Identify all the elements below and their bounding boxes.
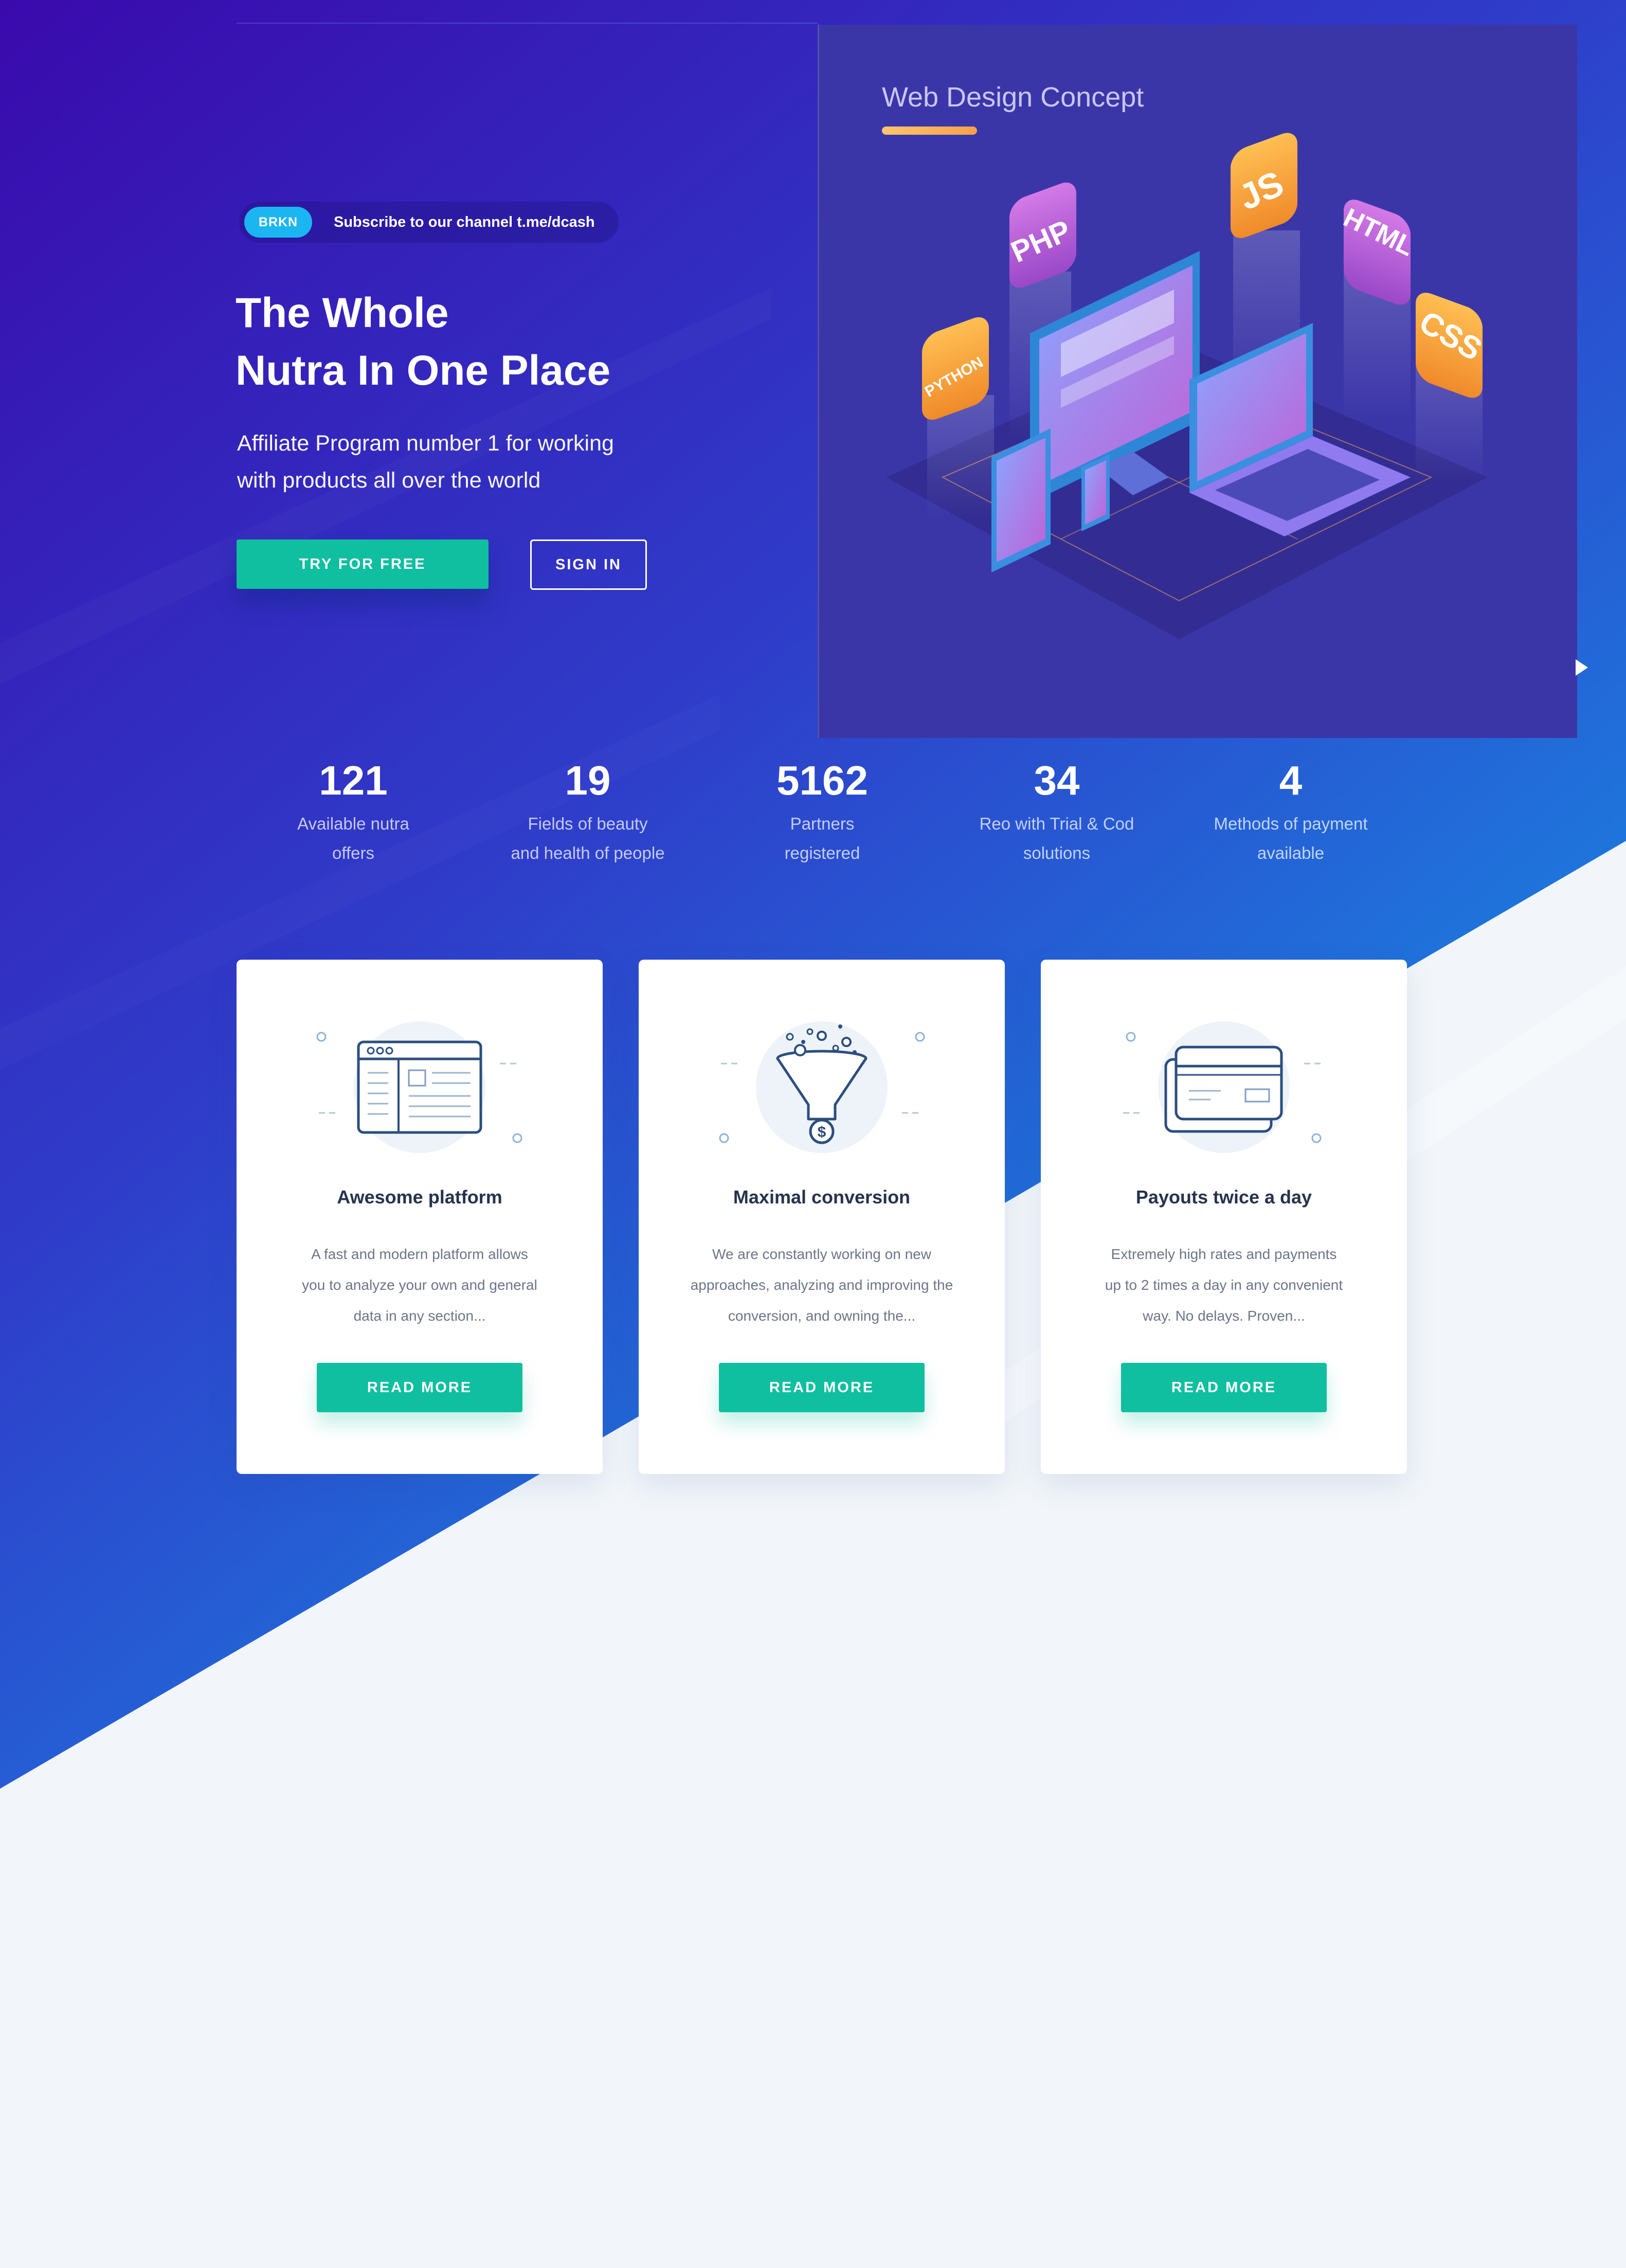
hero-title-line-2: Nutra In One Place (236, 347, 611, 394)
card-description: A fast and modern platform allows you to… (283, 1239, 556, 1331)
top-divider (237, 23, 818, 24)
hero-title-line-1: The Whole (236, 290, 449, 336)
stat-label-line-2: registered (784, 843, 860, 862)
read-more-button[interactable]: READ MORE (719, 1363, 925, 1412)
card-description: Extremely high rates and payments up to … (1087, 1239, 1361, 1331)
funnel-icon: $ (719, 1021, 925, 1153)
tag-js: JS (1231, 133, 1297, 238)
svg-text:$: $ (818, 1124, 826, 1141)
card-description-line-1: Extremely high rates and payments (1111, 1246, 1337, 1262)
hero-subtitle-line-2: with products all over the world (237, 468, 541, 493)
stat-label-line-1: Reo with Trial & Cod (979, 814, 1134, 833)
card-title: Payouts twice a day (1135, 1186, 1312, 1208)
brand-badge: BRKN (244, 207, 312, 238)
stat-value: 4 (1279, 758, 1303, 803)
stat-available-offers: 121 Available nutra offers (243, 752, 464, 868)
card-description-line-1: We are constantly working on new (712, 1246, 931, 1262)
card-description-line-2: you to analyze your own and general (302, 1277, 537, 1293)
try-for-free-button[interactable]: TRY FOR FREE (237, 539, 489, 589)
stat-value: 19 (565, 758, 611, 803)
stat-label-line-1: Available nutra (297, 814, 409, 833)
credit-card-icon (1123, 1021, 1323, 1153)
slider-next-arrow-icon[interactable] (1576, 659, 1588, 676)
browser-window-icon (316, 1021, 522, 1153)
subscribe-text: Subscribe to our channel t.me/dcash (334, 213, 595, 230)
stat-reo-trial-cod: 34 Reo with Trial & Cod solutions (946, 752, 1167, 868)
concept-title-underline (882, 127, 977, 135)
concept-title: Web Design Concept (882, 82, 1144, 113)
feature-card-conversion: $ Maximal conversion We are constantly w… (639, 960, 1005, 1474)
hero-subtitle: Affiliate Program number 1 for working w… (237, 425, 700, 499)
sign-in-button[interactable]: SIGN IN (530, 539, 647, 590)
hero-title: The Whole Nutra In One Place (236, 284, 750, 400)
stat-label-line-2: and health of people (511, 843, 665, 862)
hero-subtitle-line-1: Affiliate Program number 1 for working (237, 431, 614, 456)
stat-label-line-1: Partners (790, 814, 855, 833)
card-title: Awesome platform (337, 1186, 502, 1208)
card-description-line-3: data in any section... (353, 1308, 486, 1324)
stat-value: 34 (1034, 758, 1080, 803)
card-description-line-1: A fast and modern platform allows (311, 1246, 528, 1262)
card-description-line-2: up to 2 times a day in any convenient (1105, 1277, 1343, 1293)
stat-label-line-2: solutions (1023, 843, 1091, 862)
stat-label-line-1: Methods of payment (1214, 814, 1368, 833)
read-more-button[interactable]: READ MORE (1121, 1363, 1327, 1412)
subscribe-pill[interactable]: BRKN Subscribe to our channel t.me/dcash (239, 202, 619, 243)
card-title: Maximal conversion (733, 1186, 911, 1208)
stat-value: 121 (319, 758, 388, 803)
stat-label-line-2: available (1257, 843, 1325, 862)
stat-partners-registered: 5162 Partners registered (712, 752, 933, 868)
stat-value: 5162 (776, 758, 868, 803)
card-description-line-3: conversion, and owning the... (728, 1308, 916, 1324)
feature-card-payouts: Payouts twice a day Extremely high rates… (1041, 960, 1407, 1474)
card-description-line-2: approaches, analyzing and improving the (690, 1277, 953, 1293)
card-description: We are constantly working on new approac… (685, 1239, 959, 1331)
card-description-line-3: way. No delays. Proven... (1143, 1308, 1305, 1324)
stat-fields-of-beauty: 19 Fields of beauty and health of people (477, 752, 698, 868)
stat-label-line-1: Fields of beauty (528, 814, 648, 833)
stat-label-line-2: offers (332, 843, 374, 862)
feature-card-platform: Awesome platform A fast and modern platf… (237, 960, 603, 1474)
read-more-button[interactable]: READ MORE (317, 1363, 522, 1412)
stat-payment-methods: 4 Methods of payment available (1180, 752, 1401, 868)
web-design-concept-image: PYTHON PHP JS HTML CSS Web Design Concep… (818, 25, 1577, 738)
